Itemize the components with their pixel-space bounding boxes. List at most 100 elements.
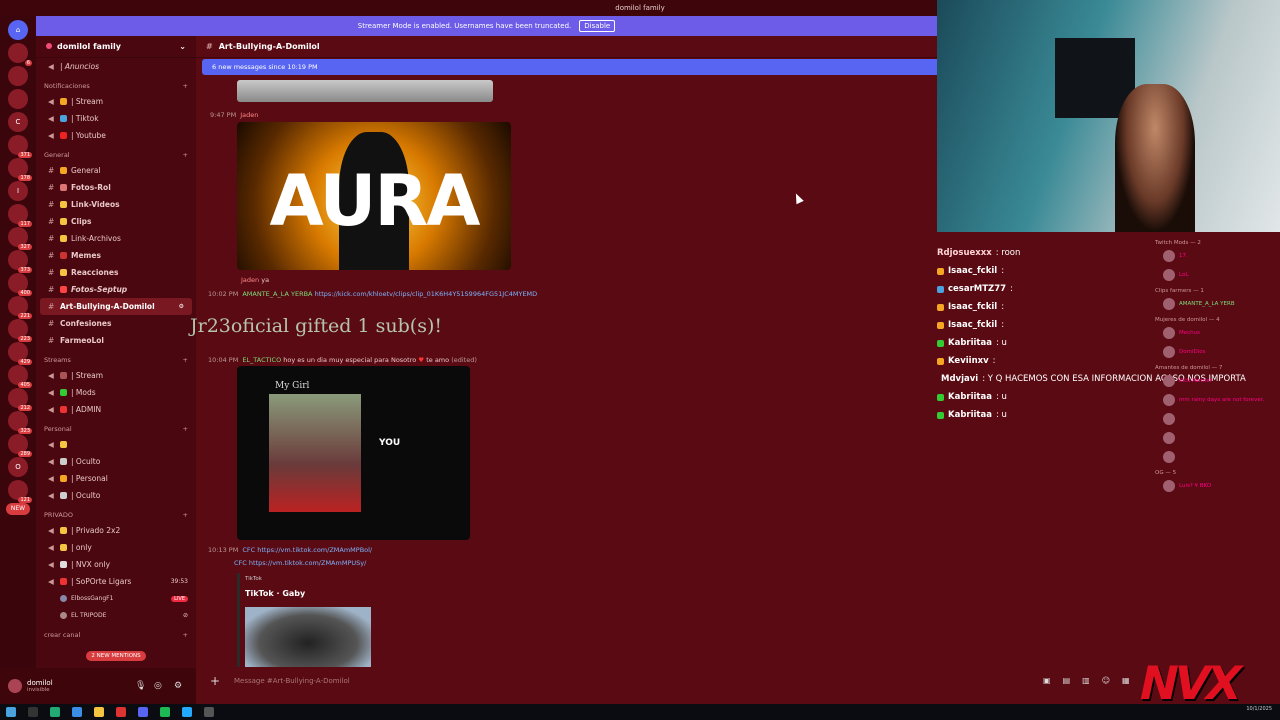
- channel-item[interactable]: # Link-Archivos: [36, 230, 196, 247]
- category-personal[interactable]: Personal +: [36, 422, 196, 436]
- server-icon[interactable]: 121: [8, 480, 32, 503]
- member-item[interactable]: [1147, 447, 1280, 466]
- add-icon[interactable]: +: [183, 425, 188, 433]
- server-icon[interactable]: 221: [8, 296, 32, 319]
- username[interactable]: EL_TACTICO: [242, 356, 281, 364]
- app-icon[interactable]: [116, 707, 126, 717]
- channel-item[interactable]: ◀: [36, 436, 196, 453]
- server-header[interactable]: domilol family ⌄: [36, 36, 196, 58]
- voice-user[interactable]: EL TRIPODE ⊘: [36, 607, 196, 624]
- kick-link[interactable]: https://kick.com/khloetv/clips/clip_01K6…: [315, 290, 538, 298]
- username[interactable]: AMANTE_A_LA YERBA: [242, 290, 312, 298]
- browser-icon[interactable]: [72, 707, 82, 717]
- sticker-icon[interactable]: ▥: [1082, 676, 1090, 685]
- gear-icon[interactable]: ⚙: [174, 681, 182, 691]
- channel-item[interactable]: ◀ | Privado 2x2: [36, 522, 196, 539]
- username[interactable]: CFC: [242, 546, 255, 554]
- terminal-icon[interactable]: [50, 707, 60, 717]
- member-item[interactable]: DomiDios: [1147, 342, 1280, 361]
- voice-user[interactable]: ElbossGangF1 LIVE: [36, 590, 196, 607]
- server-icon[interactable]: [8, 89, 28, 109]
- gear-icon[interactable]: ⚙: [179, 303, 184, 310]
- channel-item[interactable]: ◀ | Stream: [36, 93, 196, 110]
- plus-icon[interactable]: +: [210, 674, 220, 688]
- avatar[interactable]: [8, 679, 22, 693]
- embed-thumbnail[interactable]: [245, 607, 371, 667]
- member-item[interactable]: Mechus: [1147, 323, 1280, 342]
- channel-item[interactable]: # FarmeoLol: [36, 332, 196, 349]
- server-icon[interactable]: [8, 66, 28, 86]
- server-icon[interactable]: 371: [8, 135, 32, 158]
- member-item[interactable]: [1147, 409, 1280, 428]
- steam-icon[interactable]: [182, 707, 192, 717]
- add-icon[interactable]: +: [183, 511, 188, 519]
- server-icon[interactable]: 400: [8, 273, 32, 296]
- search-icon[interactable]: [28, 707, 38, 717]
- add-icon[interactable]: +: [183, 631, 188, 639]
- member-item[interactable]: [1147, 428, 1280, 447]
- username[interactable]: Jaden: [240, 111, 258, 119]
- add-icon[interactable]: +: [183, 82, 188, 90]
- message-input[interactable]: + Message #Art-Bullying-A-Domilol: [204, 672, 1141, 690]
- server-icon[interactable]: Ⅰ: [8, 181, 28, 201]
- emoji-icon[interactable]: ☺: [1102, 676, 1110, 685]
- category-streams[interactable]: Streams +: [36, 353, 196, 367]
- channel-item[interactable]: # Clips: [36, 213, 196, 230]
- member-item[interactable]: 17.: [1147, 246, 1280, 265]
- category-general[interactable]: General +: [36, 148, 196, 162]
- member-item[interactable]: mm rainy days are not forever.: [1147, 390, 1280, 409]
- image-attachment[interactable]: [237, 80, 493, 102]
- channel-item[interactable]: ◀ | Oculto: [36, 487, 196, 504]
- channel-item[interactable]: ◀ | NVX only: [36, 556, 196, 573]
- channel-item[interactable]: # Fotos-Rol: [36, 179, 196, 196]
- server-icon[interactable]: 117: [8, 204, 32, 227]
- channel-item[interactable]: # Link-Videos: [36, 196, 196, 213]
- windows-start-icon[interactable]: [6, 707, 16, 717]
- channel-item[interactable]: # General: [36, 162, 196, 179]
- category-crear[interactable]: crear canal +: [36, 628, 196, 642]
- server-icon[interactable]: C: [8, 112, 28, 132]
- member-item[interactable]: LoL: [1147, 265, 1280, 284]
- add-icon[interactable]: +: [183, 356, 188, 364]
- spotify-icon[interactable]: [160, 707, 170, 717]
- username[interactable]: Jaden: [241, 276, 259, 284]
- server-icon[interactable]: 212: [8, 388, 32, 411]
- channel-item[interactable]: # Reacciones: [36, 264, 196, 281]
- aura-image[interactable]: AURA: [237, 122, 511, 270]
- channel-anuncios[interactable]: ◀ | Anuncios: [36, 58, 196, 75]
- server-icon[interactable]: 405: [8, 365, 32, 388]
- disable-button[interactable]: Disable: [579, 20, 616, 32]
- new-messages-bar[interactable]: 6 new messages since 10:19 PM: [202, 59, 937, 75]
- system-tray[interactable]: 10/1/2025: [1246, 706, 1272, 712]
- server-icon[interactable]: 429: [8, 342, 32, 365]
- add-icon[interactable]: +: [183, 151, 188, 159]
- gif-icon[interactable]: ▤: [1063, 676, 1071, 685]
- server-icon[interactable]: 289: [8, 434, 32, 457]
- channel-item[interactable]: ◀ | only: [36, 539, 196, 556]
- discord-icon[interactable]: [138, 707, 148, 717]
- channel-item[interactable]: # Fotos-Septup: [36, 281, 196, 298]
- channel-item[interactable]: ◀ | Stream: [36, 367, 196, 384]
- server-icon[interactable]: 373: [8, 250, 32, 273]
- member-item[interactable]: AMANTE_A_LA YERB: [1147, 294, 1280, 313]
- server-icon[interactable]: 178: [8, 158, 32, 181]
- username[interactable]: CFC: [234, 559, 247, 567]
- channel-item[interactable]: ◀ | Oculto: [36, 453, 196, 470]
- new-badge[interactable]: NEW: [6, 503, 30, 515]
- server-icon[interactable]: 327: [8, 227, 32, 250]
- gift-icon[interactable]: ▣: [1043, 676, 1051, 685]
- new-mentions-pill[interactable]: 2 NEW MENTIONS: [86, 651, 146, 661]
- obs-icon[interactable]: [204, 707, 214, 717]
- category-notificaciones[interactable]: Notificaciones +: [36, 79, 196, 93]
- server-icon[interactable]: 223: [8, 319, 32, 342]
- channel-item[interactable]: # Memes: [36, 247, 196, 264]
- server-icon[interactable]: O: [8, 457, 28, 477]
- video-attachment[interactable]: My Girl YOU: [237, 366, 470, 540]
- channel-item[interactable]: ◀ | Youtube: [36, 127, 196, 144]
- voice-channel-soporte[interactable]: ◀ | SoPOrte Ligars 39:53: [36, 573, 196, 590]
- channel-item-active[interactable]: # Art-Bullying-A-Domilol ⚙: [40, 298, 192, 315]
- home-icon[interactable]: ⌂: [8, 20, 28, 40]
- channel-item[interactable]: ◀ | Personal: [36, 470, 196, 487]
- category-privado[interactable]: PRIVADO +: [36, 508, 196, 522]
- channel-item[interactable]: ◀ | ADMIN: [36, 401, 196, 418]
